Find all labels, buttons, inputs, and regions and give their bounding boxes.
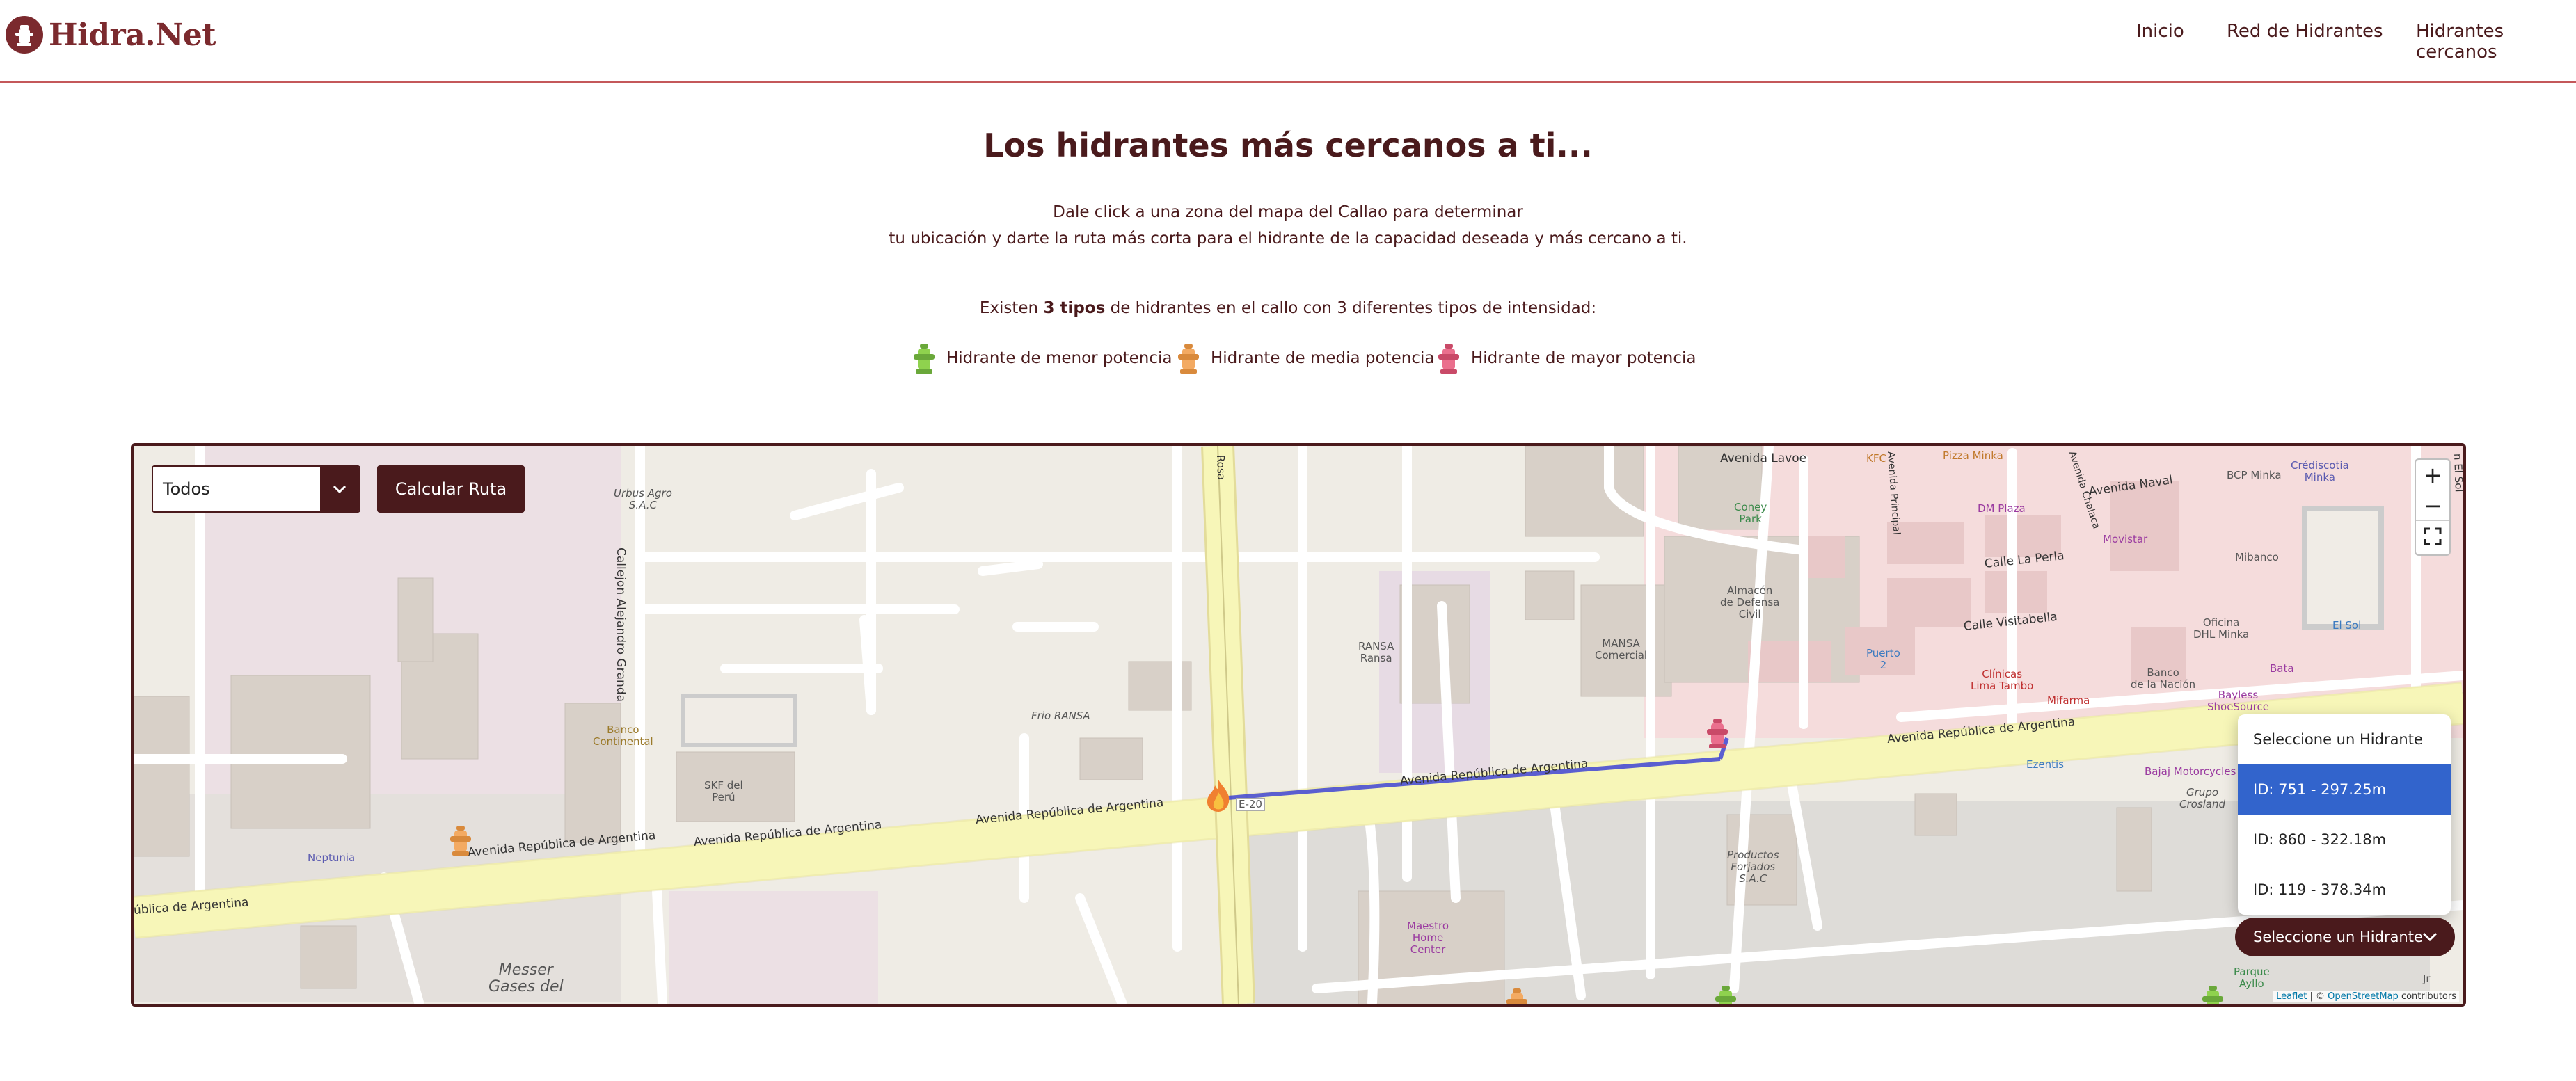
types-suffix: de hidrantes en el callo con 3 diferente… bbox=[1110, 299, 1597, 317]
hydrant-dropdown-label: Seleccione un Hidrante bbox=[2253, 929, 2423, 945]
poi-neptunia: Neptunia bbox=[308, 851, 356, 864]
hydrant-pink-icon bbox=[1438, 344, 1459, 374]
hydrant-type-select-value: Todos bbox=[163, 479, 210, 499]
poi-bayless: Bayless ShoeSource bbox=[2207, 689, 2269, 713]
zoom-in-button[interactable]: + bbox=[2416, 460, 2449, 490]
poi-el-sol: El Sol bbox=[2332, 619, 2362, 632]
poi-mifarma: Mifarma bbox=[2047, 694, 2090, 707]
poi-maestro: Maestro Home Center bbox=[1407, 920, 1449, 956]
hydrant-green-icon bbox=[914, 344, 935, 374]
poi-kfc: KFC bbox=[1866, 452, 1886, 465]
header: Hidra.Net Inicio Red de Hidrantes Hidran… bbox=[0, 0, 2576, 83]
poi-puerto: Puerto 2 bbox=[1866, 647, 1900, 671]
map-attribution: Leaflet | © OpenStreetMap contributors bbox=[2273, 991, 2459, 1002]
hydrant-option-751[interactable]: ID: 751 - 297.25m bbox=[2238, 764, 2451, 815]
zoom-control: + − bbox=[2415, 458, 2451, 556]
hydrant-type-select[interactable]: Todos bbox=[152, 465, 360, 513]
legend-item-high: Hidrante de mayor potencia bbox=[1436, 341, 1696, 376]
poi-mansa: MANSA Comercial bbox=[1595, 637, 1648, 662]
types-prefix: Existen bbox=[979, 299, 1039, 317]
poi-urbus: Urbus Agro S.A.C bbox=[614, 487, 672, 511]
hydrant-marker-pink[interactable] bbox=[1705, 716, 1730, 751]
logo-text: Hidra.Net bbox=[49, 17, 216, 53]
poi-movistar: Movistar bbox=[2103, 533, 2148, 545]
poi-grupo: Grupo Crosland bbox=[2179, 786, 2226, 810]
poi-skf: SKF del Perú bbox=[704, 779, 743, 803]
road-label-rosa: Rosa bbox=[1214, 454, 1228, 481]
poi-mibanco: Mibanco bbox=[2235, 551, 2279, 563]
logo[interactable]: Hidra.Net bbox=[6, 15, 216, 54]
poi-banco-continental: Banco Continental bbox=[593, 723, 653, 748]
legend-label-high: Hidrante de mayor potencia bbox=[1471, 349, 1696, 367]
legend-label-low: Hidrante de menor potencia bbox=[946, 349, 1172, 367]
legend-item-medium: Hidrante de media potencia bbox=[1176, 341, 1434, 376]
hydrant-dropdown-list: Seleccione un Hidrante ID: 751 - 297.25m… bbox=[2238, 714, 2451, 915]
description-line-1: Dale click a una zona del mapa del Calla… bbox=[1053, 203, 1523, 221]
poi-bata: Bata bbox=[2270, 662, 2294, 675]
hydrant-option-860[interactable]: ID: 860 - 322.18m bbox=[2238, 815, 2451, 865]
chevron-down-icon[interactable] bbox=[320, 467, 359, 511]
map-container[interactable]: Avenida República de Argentina Avenida R… bbox=[131, 443, 2466, 1007]
hydrant-dropdown-toggle[interactable]: Seleccione un Hidrante bbox=[2235, 918, 2455, 956]
legend-item-low: Hidrante de menor potencia bbox=[912, 341, 1172, 376]
description-line-2: tu ubicación y darte la ruta más corta p… bbox=[889, 230, 1687, 248]
poi-oficina: Oficina DHL Minka bbox=[2193, 616, 2250, 641]
poi-scotia: Crédiscotia Minka bbox=[2291, 459, 2349, 483]
poi-ransa: RANSA Ransa bbox=[1358, 640, 1394, 664]
map-tiles[interactable] bbox=[134, 446, 2463, 1004]
road-label-el-sol: n El Sol bbox=[2451, 453, 2465, 493]
nav-hidrantes-cercanos[interactable]: Hidrantes cercanos bbox=[2416, 21, 2576, 63]
types-text: Existen 3 tipos de hidrantes en el callo… bbox=[0, 299, 2576, 317]
hydrant-marker-green[interactable] bbox=[1713, 983, 1738, 1007]
nav-red-de-hidrantes[interactable]: Red de Hidrantes bbox=[2227, 21, 2435, 42]
leaflet-link[interactable]: Leaflet bbox=[2276, 991, 2307, 1002]
hydrant-orange-icon bbox=[1178, 344, 1199, 374]
legend-label-medium: Hidrante de media potencia bbox=[1211, 349, 1435, 367]
poi-messer: Messer Gases del bbox=[488, 961, 564, 995]
poi-ezentis: Ezentis bbox=[2026, 758, 2064, 771]
fullscreen-button[interactable] bbox=[2416, 521, 2449, 552]
poi-clinicas: Clínicas Lima Tambo bbox=[1971, 668, 2034, 692]
chevron-down-icon bbox=[2422, 932, 2438, 942]
attribution-suffix: contributors bbox=[2398, 991, 2456, 1002]
nav-inicio[interactable]: Inicio bbox=[2136, 21, 2184, 42]
road-label-jr: Jr bbox=[2423, 972, 2431, 985]
hydrant-marker-orange[interactable] bbox=[448, 823, 473, 858]
types-bold: 3 tipos bbox=[1043, 299, 1106, 317]
poi-coney: Coney Park bbox=[1734, 501, 1767, 525]
hydrant-option-119[interactable]: ID: 119 - 378.34m bbox=[2238, 865, 2451, 915]
osm-link[interactable]: OpenStreetMap bbox=[2328, 991, 2399, 1002]
poi-frio-ransa: Frio RANSA bbox=[1031, 710, 1090, 722]
poi-banco-nacion: Banco de la Nación bbox=[2131, 666, 2196, 691]
fullscreen-icon bbox=[2424, 527, 2442, 545]
poi-bajaj: Bajaj Motorcycles bbox=[2145, 765, 2236, 778]
road-label-callejon: Callejon Alejandro Granda bbox=[614, 547, 628, 702]
hydrant-marker-green-2[interactable] bbox=[2200, 983, 2225, 1007]
page-title: Los hidrantes más cercanos a ti... bbox=[983, 127, 1593, 164]
hydrant-logo-icon bbox=[6, 16, 43, 54]
fire-location-icon[interactable] bbox=[1202, 777, 1234, 813]
poi-bcp: BCP Minka bbox=[2227, 469, 2282, 481]
attribution-sep: | © bbox=[2307, 991, 2328, 1002]
poi-parque: Parque Ayllo bbox=[2234, 966, 2270, 990]
zoom-out-button[interactable]: − bbox=[2416, 490, 2449, 521]
poi-productos: Productos Forjados S.A.C bbox=[1727, 849, 1779, 885]
hydrant-marker-orange-2[interactable] bbox=[1504, 986, 1529, 1007]
road-label-lavoe: Avenida Lavoe bbox=[1720, 451, 1807, 465]
hydrant-legend: Hidrante de menor potencia Hidrante de m… bbox=[912, 341, 1712, 376]
poi-dm-plaza: DM Plaza bbox=[1978, 502, 2026, 515]
road-shield-e20: E-20 bbox=[1236, 798, 1265, 811]
hydrant-option-placeholder[interactable]: Seleccione un Hidrante bbox=[2238, 714, 2451, 764]
calcular-ruta-button[interactable]: Calcular Ruta bbox=[377, 465, 525, 513]
poi-pizza: Pizza Minka bbox=[1943, 449, 2003, 462]
poi-almacen: Almacén de Defensa Civil bbox=[1720, 584, 1780, 620]
